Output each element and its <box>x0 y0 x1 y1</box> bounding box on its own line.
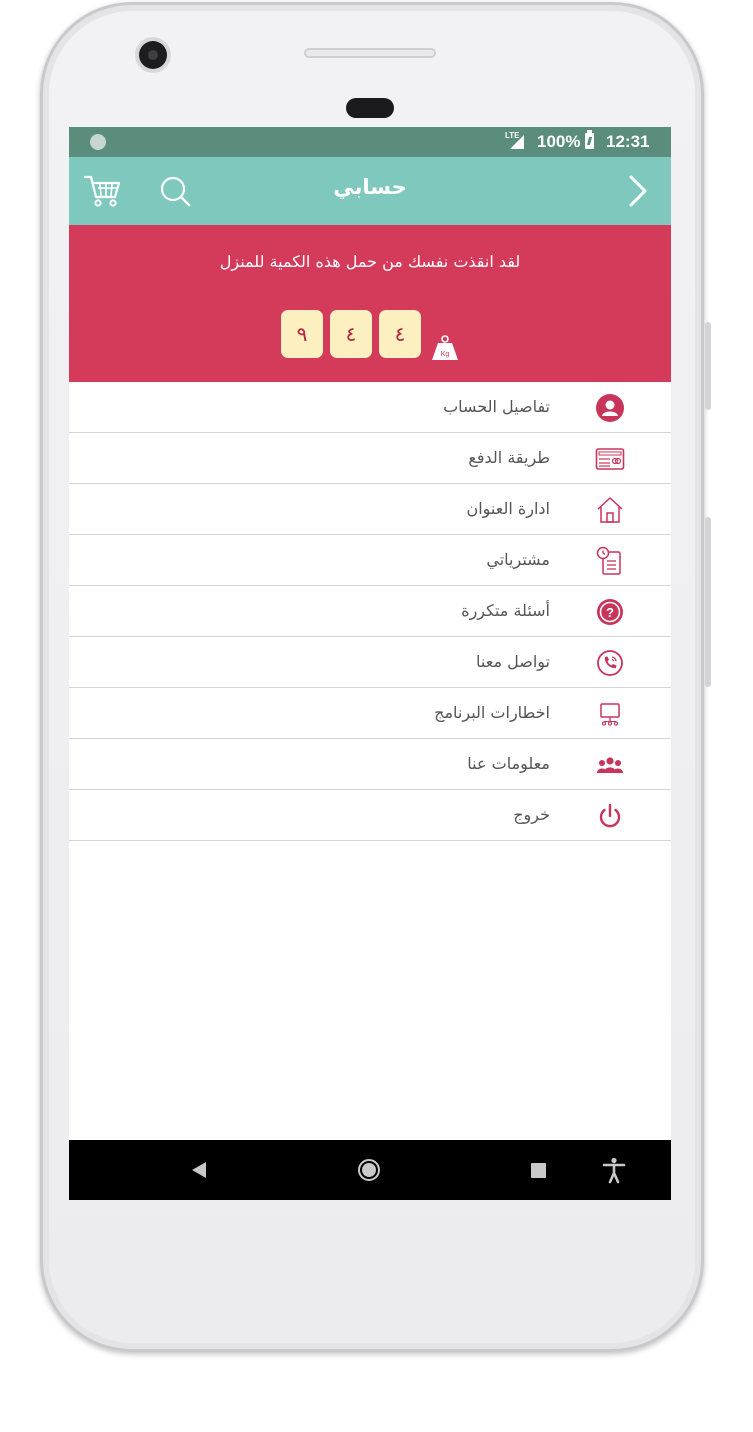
earpiece-speaker <box>304 48 436 58</box>
menu-item-app-notifications[interactable]: اخطارات البرنامج <box>69 688 671 739</box>
weight-kg-icon: Kg <box>431 335 459 361</box>
menu-item-label: تفاصيل الحساب <box>443 397 550 416</box>
svg-text:?: ? <box>606 605 614 620</box>
user-icon <box>595 393 625 423</box>
notification-icon <box>595 699 625 729</box>
weight-digit: ٤ <box>330 310 372 358</box>
menu-item-label: اخطارات البرنامج <box>434 703 550 722</box>
power-side-button <box>705 322 711 410</box>
question-icon: ? <box>595 597 625 627</box>
weight-digit: ٩ <box>281 310 323 358</box>
home-button-icon[interactable] <box>355 1156 383 1184</box>
menu-item-label: معلومات عنا <box>467 754 550 773</box>
menu-item-about-us[interactable]: معلومات عنا <box>69 739 671 790</box>
home-icon <box>595 495 625 525</box>
proximity-sensor <box>346 98 394 118</box>
app-bar: حسابي <box>69 157 671 225</box>
accessibility-icon[interactable] <box>600 1156 628 1184</box>
savings-message: لقد انقذت نفسك من حمل هذه الكمية للمنزل <box>219 252 521 271</box>
status-bar: LTE 100% 12:31 <box>69 127 671 157</box>
recents-icon[interactable] <box>524 1156 552 1184</box>
menu-item-address-management[interactable]: ادارة العنوان <box>69 484 671 535</box>
menu-item-label: ادارة العنوان <box>466 499 550 518</box>
signal-icon <box>510 135 524 149</box>
menu-item-label: مشترياتي <box>486 550 550 569</box>
menu-item-label: أسئلة متكررة <box>461 601 550 620</box>
account-menu: تفاصيل الحساب طريقة الدفع ادارة العنوان … <box>69 382 671 841</box>
back-icon[interactable] <box>185 1156 213 1184</box>
group-icon <box>595 750 625 780</box>
menu-item-account-details[interactable]: تفاصيل الحساب <box>69 382 671 433</box>
weight-counter: ٩ ٤ ٤ <box>281 310 428 358</box>
menu-item-my-purchases[interactable]: مشترياتي <box>69 535 671 586</box>
menu-item-logout[interactable]: خروج <box>69 790 671 841</box>
purchases-icon <box>595 546 625 576</box>
kg-label: Kg <box>441 351 450 358</box>
menu-item-faq[interactable]: أسئلة متكررة ? <box>69 586 671 637</box>
weight-digit: ٤ <box>379 310 421 358</box>
clock: 12:31 <box>606 132 650 151</box>
battery-charging-icon <box>585 130 594 149</box>
power-icon <box>595 801 625 831</box>
menu-item-label: تواصل معنا <box>476 652 550 671</box>
savings-banner: لقد انقذت نفسك من حمل هذه الكمية للمنزل … <box>69 225 671 382</box>
notification-dot-icon <box>90 134 106 150</box>
payment-card-icon <box>595 444 625 474</box>
menu-item-contact-us[interactable]: تواصل معنا <box>69 637 671 688</box>
menu-item-label: طريقة الدفع <box>468 448 550 467</box>
battery-percentage: 100% <box>537 132 581 151</box>
system-nav-bar <box>69 1140 671 1200</box>
menu-item-label: خروج <box>513 805 550 824</box>
phone-icon <box>595 648 625 678</box>
menu-item-payment-method[interactable]: طريقة الدفع <box>69 433 671 484</box>
page-title: حسابي <box>333 175 407 199</box>
volume-side-button <box>705 517 711 687</box>
chevron-right-icon[interactable] <box>617 171 657 211</box>
front-camera <box>139 41 167 69</box>
screen: LTE 100% 12:31 حسابي لقد انقذت نفسك من ح… <box>69 127 671 1200</box>
